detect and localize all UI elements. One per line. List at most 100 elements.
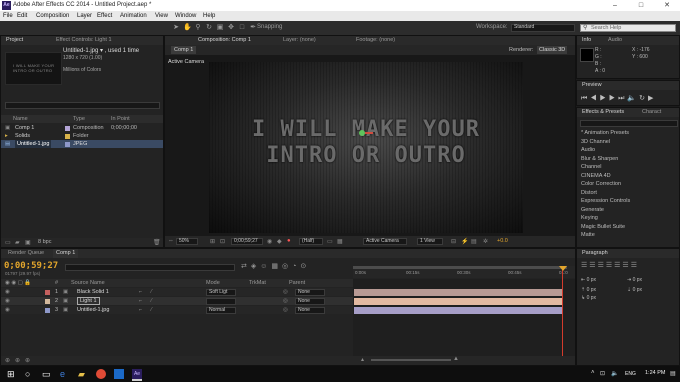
effects-category[interactable]: Generate	[581, 207, 604, 213]
justify-all-icon[interactable]: ☰	[631, 262, 639, 269]
first-frame-icon[interactable]: ⏮	[581, 95, 590, 102]
zoom-in-icon[interactable]: ▲	[453, 356, 459, 362]
layer-row[interactable]: ◉ 1 ▣ Black Solid 1 ⌐ ⁄ Soft Ligt ◎ None	[1, 288, 353, 296]
tab-effect-controls[interactable]: Effect Controls: Light 1	[53, 36, 115, 45]
menu-layer[interactable]: Layer	[77, 13, 92, 19]
next-frame-icon[interactable]: ▶	[609, 95, 618, 102]
layer-row[interactable]: ◉ 2 ▣ Light 1 ⌐ ⁄ ◎ None	[1, 297, 353, 305]
effects-category[interactable]: Audio	[581, 147, 595, 153]
comp-canvas[interactable]: I WILL MAKE YOUR INTRO OR OUTRO	[209, 62, 523, 233]
tab-paragraph[interactable]: Paragraph	[579, 249, 611, 258]
last-frame-icon[interactable]: ⏭	[618, 95, 627, 102]
indent-right[interactable]: ⇥ 0 px	[627, 277, 642, 283]
layer-source-name[interactable]: Black Solid 1	[77, 288, 109, 296]
align-right-icon[interactable]: ☰	[598, 262, 606, 269]
zoom-out-icon[interactable]: ▴	[361, 356, 364, 363]
layer-duration-bar[interactable]	[354, 298, 562, 305]
mask-tool-icon[interactable]: □	[238, 24, 246, 32]
bpc-button[interactable]: 8 bpc	[38, 239, 51, 245]
minimize-button[interactable]: –	[602, 0, 628, 11]
layer-parent-select[interactable]: None	[295, 289, 325, 296]
current-time-display[interactable]: 0;00;59;27	[231, 238, 263, 245]
effects-category[interactable]: Channel	[581, 164, 602, 170]
workspace-select[interactable]: Standard	[511, 24, 575, 32]
edge-icon[interactable]: e	[60, 369, 70, 379]
tab-layer[interactable]: Layer: (none)	[280, 36, 319, 45]
timeline-search-input[interactable]	[65, 264, 235, 271]
menu-view[interactable]: View	[155, 13, 168, 19]
menu-composition[interactable]: Composition	[36, 13, 69, 19]
exposure-value[interactable]: +0.0	[497, 238, 508, 244]
layer-row[interactable]: ◉ 3 ▣ Untitled-1.jpg ⌐ ⁄ Normal ◎ None	[1, 306, 353, 314]
tab-project[interactable]: Project	[3, 36, 26, 45]
layer-mode-select[interactable]: Soft Ligt	[206, 289, 236, 296]
delete-icon[interactable]: 🗑	[153, 239, 161, 246]
effects-category[interactable]: 3D Channel	[581, 139, 610, 145]
motion-blur-icon[interactable]: ◎	[282, 263, 292, 270]
space-before[interactable]: ⇡ 0 px	[581, 287, 596, 293]
column-parent[interactable]: Parent	[289, 279, 305, 287]
column-trkmat[interactable]: TrkMat	[249, 279, 266, 287]
align-center-icon[interactable]: ☰	[589, 262, 597, 269]
timeline-icon[interactable]: ▤	[471, 238, 477, 245]
effects-category[interactable]: Keying	[581, 215, 598, 221]
ram-preview-icon[interactable]: ▶	[648, 95, 656, 102]
store-icon[interactable]	[114, 369, 124, 379]
file-explorer-icon[interactable]: ▰	[78, 369, 88, 379]
frame-blending-icon[interactable]: ▦	[271, 263, 282, 270]
layer-label-color[interactable]	[45, 299, 50, 304]
layer-switch-icon[interactable]: ⌐	[139, 288, 142, 296]
tab-footage[interactable]: Footage: (none)	[353, 36, 398, 45]
layer-duration-bar[interactable]	[354, 307, 562, 314]
layer-switch-icon[interactable]: ⌐	[139, 297, 142, 305]
task-view-icon[interactable]: ▭	[42, 369, 52, 379]
view-layout-select[interactable]: 1 View	[417, 238, 443, 245]
effects-category[interactable]: Blur & Sharpen	[581, 156, 618, 162]
tab-info[interactable]: Info	[579, 36, 594, 45]
windows-start-icon[interactable]: ⊞	[7, 369, 17, 379]
layer-duration-bar[interactable]	[354, 289, 562, 296]
tab-audio[interactable]: Audio	[605, 36, 625, 45]
comp-subtab[interactable]: Comp 1	[171, 46, 197, 54]
tab-preview[interactable]: Preview	[579, 81, 605, 90]
timeline-timecode[interactable]: 0;00;59;27	[4, 261, 58, 271]
grid-icon[interactable]: ⊞	[210, 238, 215, 245]
reset-exposure-icon[interactable]: ✲	[483, 238, 488, 245]
region-of-interest-icon[interactable]: ▭	[327, 238, 333, 245]
notifications-icon[interactable]: ▤	[670, 370, 676, 377]
visibility-eye-icon[interactable]: ◉	[5, 288, 10, 296]
space-after[interactable]: ⇣ 0 px	[627, 287, 642, 293]
pen-tool-icon[interactable]: ✒	[249, 24, 257, 32]
prev-frame-icon[interactable]: ◀	[590, 95, 599, 102]
justify-left-icon[interactable]: ☰	[606, 262, 614, 269]
menu-animation[interactable]: Animation	[120, 13, 147, 19]
audio-icon[interactable]: 🔈	[627, 95, 639, 102]
menu-edit[interactable]: Edit	[17, 13, 27, 19]
tray-chevron-icon[interactable]: ˄	[591, 370, 595, 376]
cortana-icon[interactable]: ○	[25, 369, 35, 379]
comp-viewport[interactable]: I WILL MAKE YOUR INTRO OR OUTRO Active C…	[165, 55, 575, 237]
layer-mode-select[interactable]	[206, 298, 236, 305]
parent-pickwhip-icon[interactable]: ◎	[283, 306, 288, 314]
project-item-solids[interactable]: ▸ Solids Folder	[1, 132, 163, 140]
column-mode[interactable]: Mode	[206, 279, 220, 287]
column-source-name[interactable]: Source Name	[71, 279, 105, 287]
show-channel-icon[interactable]: ◆	[277, 238, 282, 245]
tab-effects-presets[interactable]: Effects & Presets	[579, 108, 627, 117]
loop-icon[interactable]: ↻	[639, 95, 648, 102]
work-area-bar[interactable]	[353, 266, 567, 269]
parent-pickwhip-icon[interactable]: ◎	[283, 288, 288, 296]
parent-pickwhip-icon[interactable]: ◎	[283, 297, 288, 305]
layer-label-color[interactable]	[45, 308, 50, 313]
project-item-comp[interactable]: ▣ Comp 1 Composition 0;00;00;00	[1, 124, 163, 132]
effects-category[interactable]: Expression Controls	[581, 198, 630, 204]
expand-modes-icon[interactable]: ⊕	[15, 357, 20, 364]
light-axis-x[interactable]	[365, 132, 373, 134]
toggle-pixel-aspect-icon[interactable]: ⊟	[451, 238, 456, 245]
menu-effect[interactable]: Effect	[97, 13, 112, 19]
effects-category[interactable]: Color Correction	[581, 181, 621, 187]
column-in-point[interactable]: In Point	[111, 115, 130, 123]
play-icon[interactable]: ▶	[600, 95, 609, 102]
hand-tool-icon[interactable]: ✋	[183, 24, 192, 32]
column-name[interactable]: Name	[13, 115, 28, 123]
